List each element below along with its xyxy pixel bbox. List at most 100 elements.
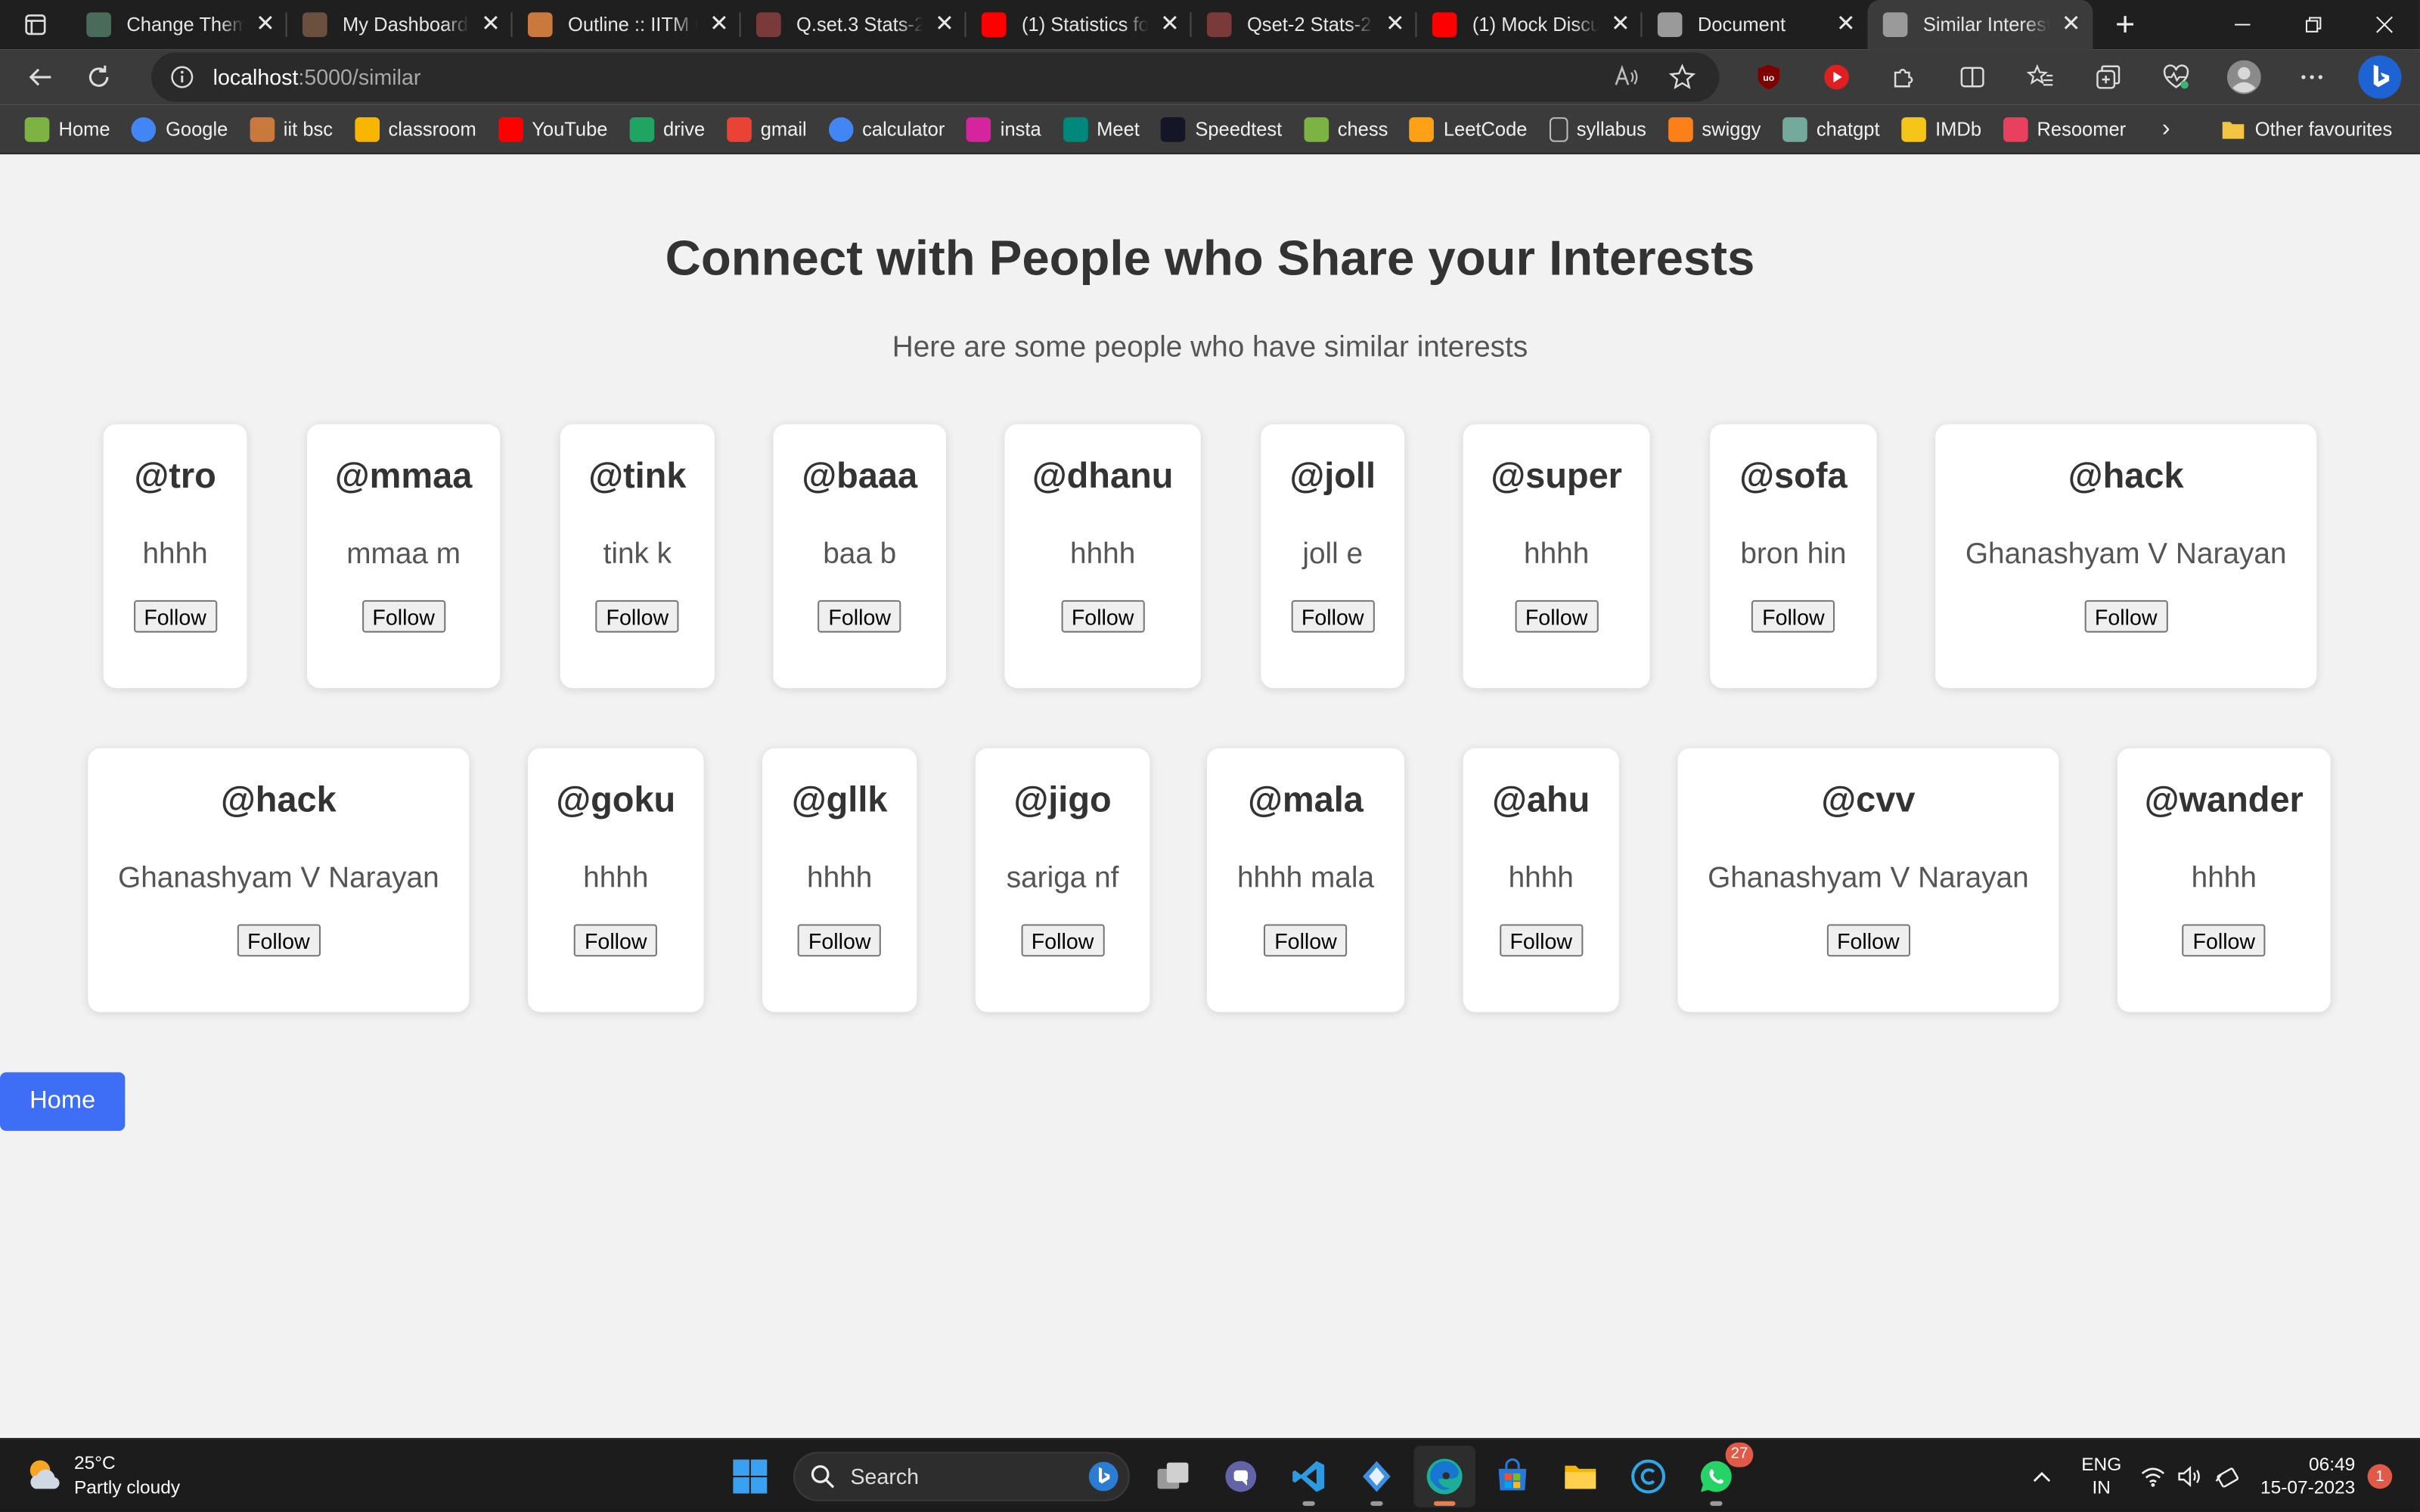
network-volume-battery-button[interactable] xyxy=(2140,1466,2239,1488)
file-explorer-button[interactable] xyxy=(1550,1445,1612,1507)
close-tab-icon[interactable]: ✕ xyxy=(707,11,732,37)
follow-button[interactable]: Follow xyxy=(2083,600,2168,633)
teams-chat-button[interactable] xyxy=(1210,1445,1272,1507)
home-button[interactable]: Home xyxy=(0,1072,126,1131)
close-tab-icon[interactable]: ✕ xyxy=(2059,11,2083,37)
follow-button[interactable]: Follow xyxy=(1499,924,1584,957)
back-button[interactable] xyxy=(15,52,64,101)
browser-tab[interactable]: Document ✕ xyxy=(1642,0,1867,49)
refresh-icon xyxy=(88,65,109,87)
browser-tab[interactable]: Change Theme ✕ xyxy=(71,0,287,49)
bookmark-item[interactable]: chatgpt xyxy=(1773,107,1892,150)
browser-tab[interactable]: Qset-2 Stats-2 C ✕ xyxy=(1191,0,1417,49)
profile-button[interactable] xyxy=(2210,52,2278,101)
language-indicator[interactable]: ENG IN xyxy=(2081,1453,2121,1499)
bookmark-item[interactable]: syllabus xyxy=(1540,107,1658,150)
follow-button[interactable]: Follow xyxy=(1826,924,1910,957)
browser-tab[interactable]: Similar Interests ✕ xyxy=(1867,0,2093,50)
bookmark-item[interactable]: drive xyxy=(620,107,718,150)
browser-essentials-button[interactable] xyxy=(2142,52,2211,101)
whatsapp-button[interactable]: 27 xyxy=(1686,1442,1754,1507)
close-tab-icon[interactable]: ✕ xyxy=(253,11,278,37)
follow-button[interactable]: Follow xyxy=(236,924,321,957)
bookmark-item[interactable]: Home xyxy=(15,107,123,150)
minimize-button[interactable] xyxy=(2207,0,2278,49)
bookmark-item[interactable]: swiggy xyxy=(1658,107,1773,150)
refresh-button[interactable] xyxy=(74,52,123,101)
start-button[interactable] xyxy=(719,1445,781,1507)
bookmark-item[interactable]: IMDb xyxy=(1892,107,1993,150)
bookmark-item[interactable]: YouTube xyxy=(489,107,620,150)
follow-button[interactable]: Follow xyxy=(1060,600,1145,633)
vscode-button[interactable] xyxy=(1278,1445,1340,1507)
edge-button[interactable] xyxy=(1413,1445,1476,1507)
youtube-extension-button[interactable] xyxy=(1803,52,1871,101)
close-tab-icon[interactable]: ✕ xyxy=(1158,11,1183,37)
notification-badge[interactable]: 1 xyxy=(2367,1464,2393,1489)
bookmark-item[interactable]: classroom xyxy=(345,107,489,150)
follow-button[interactable]: Follow xyxy=(573,924,658,957)
google-icon xyxy=(132,116,157,141)
bing-copilot-button[interactable] xyxy=(2346,52,2414,101)
site-info-button[interactable] xyxy=(151,65,213,90)
browser-tab[interactable]: Outline :: IITM C ✕ xyxy=(513,0,741,49)
bookmark-item[interactable]: Speedtest xyxy=(1152,107,1294,150)
close-tab-icon[interactable]: ✕ xyxy=(479,11,504,37)
follow-button[interactable]: Follow xyxy=(797,924,882,957)
microsoft-store-button[interactable] xyxy=(1481,1445,1544,1507)
close-tab-icon[interactable]: ✕ xyxy=(1383,11,1408,37)
browser-tab[interactable]: Q.set.3 Stats-2[✕ xyxy=(741,0,966,49)
follow-button[interactable]: Follow xyxy=(1263,924,1348,957)
browser-tab[interactable]: (1) Mock Discus ✕ xyxy=(1416,0,1643,49)
close-window-button[interactable] xyxy=(2349,0,2420,49)
bookmark-item[interactable]: Meet xyxy=(1053,107,1152,150)
task-view-button[interactable] xyxy=(1142,1445,1204,1507)
ublock-extension-button[interactable]: uo xyxy=(1735,52,1803,101)
follow-button[interactable]: Follow xyxy=(1020,924,1105,957)
app-diamond-button[interactable] xyxy=(1346,1445,1408,1507)
copyright-app-icon xyxy=(1631,1459,1666,1494)
follow-button[interactable]: Follow xyxy=(818,600,902,633)
bookmark-item[interactable]: gmail xyxy=(718,107,819,150)
close-tab-icon[interactable]: ✕ xyxy=(932,11,957,37)
url-host: localhost xyxy=(213,64,299,90)
bookmark-item[interactable]: Google xyxy=(123,107,240,150)
follow-button[interactable]: Follow xyxy=(595,600,680,633)
weather-widget[interactable]: 25°C Partly cloudy xyxy=(25,1450,180,1499)
bookmark-item[interactable]: Resoomer xyxy=(1993,107,2138,150)
bookmark-item[interactable]: iit bsc xyxy=(240,107,346,150)
new-tab-button[interactable]: + xyxy=(2102,0,2149,49)
follow-button[interactable]: Follow xyxy=(1514,600,1599,633)
bookmark-item[interactable]: calculator xyxy=(819,107,957,150)
browser-tab[interactable]: (1) Statistics for ✕ xyxy=(966,0,1192,49)
settings-more-button[interactable] xyxy=(2278,52,2346,101)
clock[interactable]: 06:49 15-07-2023 xyxy=(2260,1453,2355,1499)
follow-button[interactable]: Follow xyxy=(2182,924,2266,957)
favourites-button[interactable] xyxy=(2006,52,2074,101)
extensions-button[interactable] xyxy=(1870,52,1938,101)
read-aloud-button[interactable] xyxy=(1602,52,1651,101)
tray-overflow-button[interactable] xyxy=(2020,1470,2063,1483)
favorite-star-button[interactable] xyxy=(1658,52,1707,101)
close-tab-icon[interactable]: ✕ xyxy=(1609,11,1634,37)
address-bar[interactable]: localhost:5000/similar xyxy=(150,52,1720,102)
follow-button[interactable]: Follow xyxy=(1751,600,1835,633)
tab-title: Change Theme xyxy=(126,14,244,36)
follow-button[interactable]: Follow xyxy=(361,600,446,633)
cortana-button[interactable] xyxy=(1618,1445,1680,1507)
bookmark-other-favourites[interactable]: Other favourites xyxy=(2212,107,2405,150)
collections-button[interactable] xyxy=(2074,52,2142,101)
bookmarks-overflow-button[interactable]: › xyxy=(2148,115,2185,143)
bookmark-item[interactable]: LeetCode xyxy=(1401,107,1540,150)
bookmark-item[interactable]: insta xyxy=(957,107,1053,150)
tab-actions-button[interactable] xyxy=(0,0,71,49)
taskbar-search[interactable]: Search xyxy=(793,1452,1130,1501)
follow-button[interactable]: Follow xyxy=(1290,600,1375,633)
page-title: Connect with People who Share your Inter… xyxy=(665,230,1755,286)
browser-tab[interactable]: My Dashboard ✕ xyxy=(287,0,513,49)
close-tab-icon[interactable]: ✕ xyxy=(1833,11,1858,37)
split-screen-button[interactable] xyxy=(1938,52,2006,101)
follow-button[interactable]: Follow xyxy=(133,600,218,633)
bookmark-item[interactable]: chess xyxy=(1295,107,1401,150)
restore-button[interactable] xyxy=(2278,0,2349,49)
